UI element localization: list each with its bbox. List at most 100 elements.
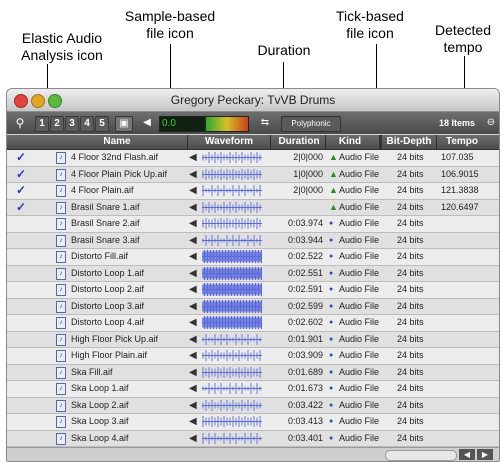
file-name[interactable]: High Floor Pick Up.aif [71, 332, 185, 347]
table-row[interactable]: ♪ High Floor Pick Up.aif ◀ 0:01.901 ● Audio F… [7, 331, 499, 348]
table-row[interactable]: ♪ Brasil Snare 2.aif ◀ 0:03.974 ● Audio File 2… [7, 216, 499, 233]
table-row[interactable]: ♪ Ska Loop 1.aif ◀ 0:01.673 ● Audio File 24 bi… [7, 381, 499, 398]
file-name[interactable]: 4 Floor Plain.aif [71, 183, 185, 198]
scroll-right-button[interactable]: ▶ [477, 449, 493, 460]
speaker-icon[interactable]: ◀ [189, 266, 197, 281]
folder-icon[interactable]: ▣ [115, 116, 133, 132]
speaker-icon[interactable]: ◀ [189, 249, 197, 264]
sample-based-file-icon: ● [329, 401, 334, 409]
speaker-icon[interactable]: ◀ [189, 282, 197, 297]
speaker-icon[interactable]: ◀ [189, 167, 197, 182]
waveform-preview[interactable] [202, 184, 262, 197]
preset-button-2[interactable]: 2 [50, 116, 64, 132]
preset-button-4[interactable]: 4 [80, 116, 94, 132]
file-name[interactable]: Brasil Snare 2.aif [71, 216, 185, 231]
table-row[interactable]: ♪ Distorto Loop 2.aif ◀ 0:02.591 ● Audio File… [7, 282, 499, 299]
speaker-icon[interactable]: ◀ [189, 150, 197, 165]
file-name[interactable]: Ska Loop 3.aif [71, 414, 185, 429]
speaker-icon[interactable]: ◀ [189, 200, 197, 215]
file-name[interactable]: Brasil Snare 3.aif [71, 233, 185, 248]
speaker-icon[interactable]: ◀ [189, 348, 197, 363]
waveform-preview[interactable] [202, 415, 262, 428]
preset-button-5[interactable]: 5 [95, 116, 109, 132]
callout-duration: Duration [257, 42, 311, 58]
file-name[interactable]: Ska Loop 1.aif [71, 381, 185, 396]
elastic-analysis-checkmark-icon: ✓ [15, 199, 27, 214]
file-name[interactable]: 4 Floor 32nd Flash.aif [71, 150, 185, 165]
speaker-icon[interactable]: ◀ [189, 431, 197, 446]
table-row[interactable]: ♪ Ska Loop 2.aif ◀ 0:03.422 ● Audio File 24 bi… [7, 397, 499, 414]
waveform-preview[interactable] [202, 151, 262, 164]
waveform-preview[interactable] [202, 250, 262, 263]
table-row[interactable]: ♪ Distorto Loop 1.aif ◀ 0:02.551 ● Audio File… [7, 265, 499, 282]
search-icon[interactable]: ⚲ [13, 116, 27, 130]
waveform-preview[interactable] [202, 349, 262, 362]
column-header-waveform[interactable]: Waveform [188, 135, 270, 149]
file-name[interactable]: Ska Fill.aif [71, 365, 185, 380]
options-icon[interactable]: ⊖ [485, 116, 497, 130]
table-row[interactable]: ♪ High Floor Plain.aif ◀ 0:03.909 ● Audio Fil… [7, 348, 499, 365]
table-row[interactable]: ✓ ♪ 4 Floor Plain Pick Up.aif ◀ 1|0|000 ▲ Audi… [7, 166, 499, 183]
table-row[interactable]: ✓ ♪ 4 Floor 32nd Flash.aif ◀ 2|0|000 ▲ Audio F… [7, 150, 499, 167]
waveform-preview[interactable] [202, 234, 262, 247]
table-row[interactable]: ♪ Brasil Snare 3.aif ◀ 0:03.944 ● Audio File 2… [7, 232, 499, 249]
preset-button-1[interactable]: 1 [35, 116, 49, 132]
waveform-preview[interactable] [202, 432, 262, 445]
waveform-preview[interactable] [202, 217, 262, 230]
speaker-icon[interactable]: ◀ [189, 365, 197, 380]
tick-based-file-icon: ▲ [329, 152, 338, 162]
speaker-icon[interactable]: ◀ [189, 216, 197, 231]
table-row[interactable]: ♪ Ska Loop 3.aif ◀ 0:03.413 ● Audio File 24 bi… [7, 414, 499, 431]
speaker-icon[interactable]: ◀ [189, 233, 197, 248]
speaker-icon[interactable]: ◀ [189, 414, 197, 429]
waveform-preview[interactable] [202, 299, 262, 313]
speaker-icon[interactable]: ◀ [189, 299, 197, 314]
waveform-preview[interactable] [202, 382, 262, 395]
waveform-preview[interactable] [202, 283, 262, 296]
table-row[interactable]: ✓ ♪ 4 Floor Plain.aif ◀ 2|0|000 ▲ Audio File 24… [7, 183, 499, 200]
file-name[interactable]: Ska Loop 4.aif [71, 431, 185, 446]
file-name[interactable]: Distorto Loop 1.aif [71, 266, 185, 281]
waveform-preview[interactable] [202, 333, 262, 346]
column-header-name[interactable]: Name [47, 135, 187, 149]
scrollbar-track[interactable] [385, 450, 457, 461]
waveform-preview[interactable] [202, 399, 262, 412]
table-row[interactable]: ♪ Distorto Fill.aif ◀ 0:02.522 ● Audio File 24… [7, 249, 499, 266]
table-row[interactable]: ♪ Ska Fill.aif ◀ 0:01.689 ● Audio File 24 bits [7, 364, 499, 381]
speaker-icon[interactable]: ◀ [189, 398, 197, 413]
file-name[interactable]: Distorto Fill.aif [71, 249, 185, 264]
waveform-preview[interactable] [202, 266, 262, 280]
waveform-preview[interactable] [202, 201, 262, 214]
speaker-icon[interactable]: ◀ [189, 183, 197, 198]
speaker-icon[interactable]: ◀ [189, 381, 197, 396]
table-row[interactable]: ✓ ♪ Brasil Snare 1.aif ◀ ▲ Audio File 24 bits 1… [7, 199, 499, 216]
polyphonic-selector[interactable]: Polyphonic [281, 116, 341, 132]
column-header-tempo[interactable]: Tempo [437, 135, 487, 149]
preset-button-3[interactable]: 3 [65, 116, 79, 132]
column-header-kind[interactable]: Kind [326, 135, 374, 149]
file-name[interactable]: Distorto Loop 2.aif [71, 282, 185, 297]
column-header-duration[interactable]: Duration [271, 135, 327, 149]
table-row[interactable]: ♪ Ska Loop 4.aif ◀ 0:03.401 ● Audio File 24 bi… [7, 430, 499, 447]
scroll-left-button[interactable]: ◀ [459, 449, 475, 460]
kind-value: Audio File [339, 350, 379, 360]
file-name[interactable]: Ska Loop 2.aif [71, 398, 185, 413]
table-row[interactable]: ♪ Distorto Loop 4.aif ◀ 0:02.602 ● Audio File… [7, 315, 499, 332]
speaker-icon[interactable]: ◀ [189, 315, 197, 330]
column-header-bit-depth[interactable]: Bit-Depth [382, 135, 436, 149]
file-name[interactable]: Distorto Loop 3.aif [71, 299, 185, 314]
bit-depth-value: 24 bits [397, 284, 424, 294]
speaker-icon[interactable]: ◀ [189, 332, 197, 347]
file-name[interactable]: 4 Floor Plain Pick Up.aif [71, 167, 185, 182]
waveform-preview[interactable] [202, 316, 262, 329]
speaker-toggle-icon[interactable]: ◀ [141, 116, 153, 130]
table-row[interactable]: ♪ Distorto Loop 3.aif ◀ 0:02.599 ● Audio File… [7, 298, 499, 315]
file-name[interactable]: Distorto Loop 4.aif [71, 315, 185, 330]
file-name[interactable]: Brasil Snare 1.aif [71, 200, 185, 215]
tick-based-file-icon: ▲ [329, 201, 338, 212]
file-name[interactable]: High Floor Plain.aif [71, 348, 185, 363]
audio-file-icon: ♪ [56, 350, 66, 362]
loop-icon[interactable]: ⇆ [255, 116, 275, 130]
waveform-preview[interactable] [202, 168, 262, 181]
waveform-preview[interactable] [202, 366, 262, 379]
